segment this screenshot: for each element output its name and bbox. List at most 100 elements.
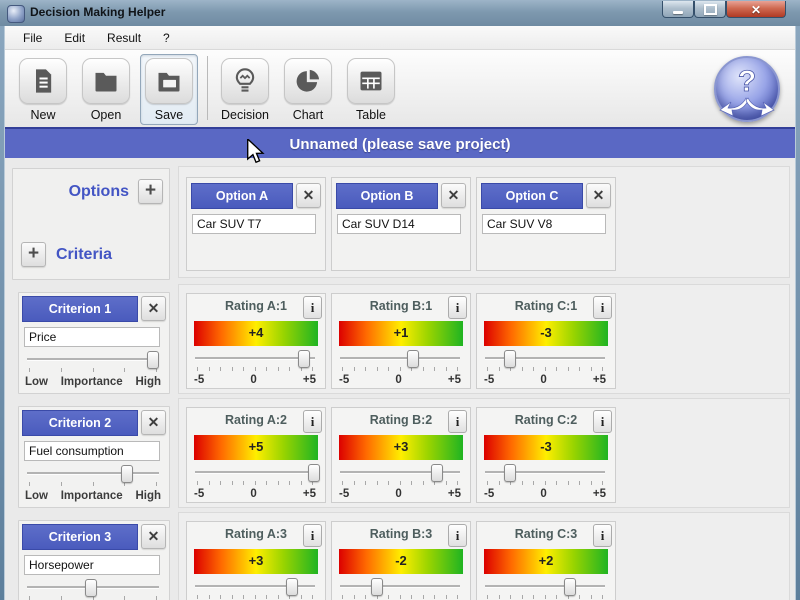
close-icon: ✕ <box>147 414 160 430</box>
toolbar-button-save[interactable]: Save <box>140 54 198 125</box>
rating-slider[interactable] <box>340 578 460 596</box>
rating-value: +1 <box>393 325 409 340</box>
criterion-name-input[interactable] <box>24 327 160 347</box>
tick-mark <box>266 367 267 371</box>
scale-max-label: +5 <box>592 374 606 386</box>
delete-criterion-button[interactable]: ✕ <box>141 410 166 435</box>
slider-thumb[interactable] <box>85 579 98 597</box>
delete-option-button[interactable]: ✕ <box>296 183 321 208</box>
option-header: Option B <box>336 183 438 209</box>
info-button[interactable]: i <box>448 410 467 433</box>
rating-slider[interactable] <box>485 578 605 596</box>
delete-criterion-button[interactable]: ✕ <box>141 296 166 321</box>
info-button[interactable]: i <box>448 524 467 547</box>
rating-slider[interactable] <box>485 350 605 368</box>
slider-thumb[interactable] <box>371 578 383 596</box>
option-cell: Option C ✕ <box>476 177 616 271</box>
importance-slider[interactable] <box>27 579 159 597</box>
criterion-name-input[interactable] <box>24 555 160 575</box>
info-button[interactable]: i <box>303 410 322 433</box>
ratings-row-container: Rating A:2 i +5 -5 0 +5 Rating B:2 i +3 -5 0 +5 Rati… <box>178 398 790 508</box>
slider-thumb[interactable] <box>407 350 419 368</box>
rating-slider[interactable] <box>340 464 460 482</box>
info-button[interactable]: i <box>303 524 322 547</box>
slider-thumb[interactable] <box>286 578 298 596</box>
app-icon <box>7 5 25 23</box>
tick-mark <box>556 481 557 485</box>
criteria-label: Criteria <box>56 245 113 263</box>
slider-track <box>485 585 605 588</box>
slider-thumb[interactable] <box>504 350 516 368</box>
tick-mark <box>342 595 343 599</box>
rating-header-row: Rating C:3 i <box>477 522 615 547</box>
slider-ticks <box>487 595 603 600</box>
info-button[interactable]: i <box>593 410 612 433</box>
toolbar-button-decision[interactable]: Decision <box>216 54 274 125</box>
rating-slider[interactable] <box>195 350 315 368</box>
menu-item-help[interactable]: ? <box>152 27 181 49</box>
info-button[interactable]: i <box>593 296 612 319</box>
tick-mark <box>498 481 500 485</box>
slider-thumb[interactable] <box>298 350 310 368</box>
title-bar[interactable]: Decision Making Helper ✕ <box>0 0 800 27</box>
option-name-input[interactable] <box>337 214 461 234</box>
info-button[interactable]: i <box>448 296 467 319</box>
toolbar-button-table[interactable]: Table <box>342 54 400 125</box>
rating-gradient-bar: -3 <box>484 435 608 460</box>
tick-mark <box>567 481 569 485</box>
menu-item-file[interactable]: File <box>12 27 53 49</box>
rating-cell: Rating C:2 i -3 -5 0 +5 <box>476 407 616 503</box>
tick-mark <box>124 596 126 600</box>
criterion-header-row: Criterion 3 ✕ <box>19 521 169 550</box>
importance-slider[interactable] <box>27 465 159 483</box>
slider-thumb[interactable] <box>504 464 516 482</box>
question-mark-icon: ? <box>719 65 775 117</box>
delete-criterion-button[interactable]: ✕ <box>141 524 166 549</box>
svg-text:?: ? <box>738 65 756 98</box>
rating-slider[interactable] <box>340 350 460 368</box>
criterion-name-input[interactable] <box>24 441 160 461</box>
close-button[interactable]: ✕ <box>726 1 786 18</box>
tick-mark <box>312 595 313 599</box>
menu-item-edit[interactable]: Edit <box>53 27 96 49</box>
menu-item-result[interactable]: Result <box>96 27 152 49</box>
rating-header-row: Rating C:2 i <box>477 408 615 433</box>
minimize-button[interactable] <box>662 1 694 18</box>
slider-thumb[interactable] <box>121 465 133 483</box>
slider-ticks <box>197 367 313 372</box>
slider-thumb[interactable] <box>147 351 160 369</box>
slider-ticks <box>29 482 157 487</box>
tick-mark <box>156 482 157 486</box>
rating-slider[interactable] <box>485 464 605 482</box>
delete-option-button[interactable]: ✕ <box>441 183 466 208</box>
toolbar-button-chart[interactable]: Chart <box>279 54 337 125</box>
help-logo-button[interactable]: ? <box>714 56 780 122</box>
rating-slider[interactable] <box>195 578 315 596</box>
rating-gradient-bar: +3 <box>339 435 463 460</box>
tick-mark <box>197 595 198 599</box>
maximize-button[interactable] <box>694 1 726 18</box>
option-name-input[interactable] <box>482 214 606 234</box>
options-label: Options <box>68 182 129 200</box>
toolbar-button-open[interactable]: Open <box>77 54 135 125</box>
tick-mark <box>208 595 210 599</box>
add-option-button[interactable]: + <box>138 179 163 204</box>
close-icon: ✕ <box>147 300 160 316</box>
slider-thumb[interactable] <box>307 464 320 482</box>
rating-header-row: Rating C:1 i <box>477 294 615 319</box>
importance-slider[interactable] <box>27 351 160 369</box>
slider-thumb[interactable] <box>564 578 576 596</box>
info-button[interactable]: i <box>593 524 612 547</box>
tick-mark <box>29 368 30 372</box>
option-name-input[interactable] <box>192 214 316 234</box>
rating-slider[interactable] <box>195 464 320 482</box>
slider-thumb[interactable] <box>431 464 443 482</box>
tick-mark <box>602 481 603 485</box>
add-criterion-button[interactable]: + <box>21 242 46 267</box>
toolbar-button-new[interactable]: New <box>14 54 72 125</box>
info-button[interactable]: i <box>303 296 322 319</box>
rating-gradient-bar: +1 <box>339 321 463 346</box>
delete-option-button[interactable]: ✕ <box>586 183 611 208</box>
tick-mark <box>277 367 279 371</box>
tick-mark <box>353 367 355 371</box>
